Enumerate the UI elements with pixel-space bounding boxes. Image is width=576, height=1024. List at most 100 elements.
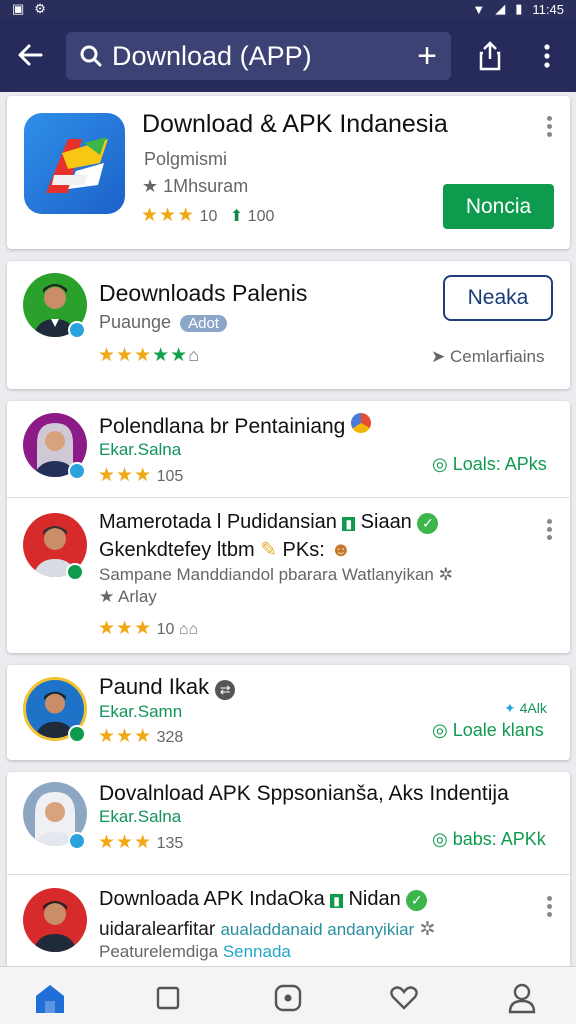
- wifi-icon: ▼: [472, 1, 486, 17]
- nav-home[interactable]: [30, 979, 70, 1017]
- download-icon: ⬆: [229, 208, 244, 225]
- installs-count: 100: [247, 208, 275, 225]
- app-category: ★ 1Mhsuram: [142, 176, 248, 197]
- add-icon[interactable]: +: [417, 39, 437, 73]
- app-title[interactable]: Polendlana br Pentainiang: [99, 413, 372, 439]
- app-title-text: Paund Ikak: [99, 674, 210, 699]
- app-title[interactable]: Deownloads Palenis: [99, 280, 307, 307]
- app-title-line2-tail: aualaddanaid andanyikiar: [220, 920, 415, 939]
- gear-icon: ✲: [438, 565, 453, 584]
- app-card[interactable]: Paund Ikak ⇄ Ekar.Samn ★★★ 328 ✦ 4Alk ◎ …: [7, 665, 570, 760]
- timer-icon: ◎: [432, 829, 448, 849]
- nav-media[interactable]: [268, 979, 308, 1017]
- app-description-text: Peaturelemdiga: [99, 942, 219, 961]
- featured-app-card[interactable]: Download & APK Indanesia Polgmismi ★ 1Mh…: [7, 96, 570, 249]
- rating-stars-icon: ★★★: [98, 618, 153, 639]
- verified-badge-icon: [68, 725, 86, 743]
- author-name[interactable]: Ekar.Salna: [99, 440, 181, 460]
- app-title-text: Downloada APK IndaOka: [99, 888, 325, 910]
- tag-badge: Adot: [180, 315, 227, 332]
- app-title-line2: Gkenkdtefey ltbm ✎ PKs: ☻: [99, 537, 351, 562]
- search-icon: [80, 45, 102, 67]
- author-name[interactable]: Ekar.Salna: [99, 807, 181, 827]
- card-meta-text: Cemlarfiains: [449, 347, 545, 366]
- avatar: [23, 888, 87, 952]
- app-description-2: ★ Arlay: [99, 587, 157, 607]
- app-list-card: Dovalnload APK Sppsonianša, Aks Indentij…: [7, 772, 570, 972]
- app-icon: [24, 113, 125, 214]
- nav-library[interactable]: [148, 979, 188, 1017]
- download-action[interactable]: ◎ babs: APKk: [432, 829, 546, 850]
- star-small-icon: ★: [99, 587, 115, 606]
- download-action-text: babs: APKk: [452, 829, 546, 849]
- more-vert-icon: [544, 44, 550, 68]
- check-circle-icon: ✓: [406, 890, 428, 911]
- gear-icon: ✲: [419, 919, 436, 940]
- rating-stars-icon: ★★★: [98, 832, 153, 853]
- card-more-icon[interactable]: [547, 519, 553, 543]
- rating-count: 328: [156, 729, 184, 746]
- signal-icon: ◢: [495, 1, 506, 16]
- app-tag-2: PKs:: [282, 539, 325, 561]
- download-action[interactable]: ◎ Loale klans: [432, 720, 544, 741]
- app-description: Peaturelemdiga Sennada: [99, 942, 291, 962]
- app-card[interactable]: Deownloads Palenis Puaunge Adot ★★★★★⌂ N…: [7, 261, 570, 389]
- download-action-text: Loale klans: [452, 720, 544, 740]
- rating-row: ★★★ 328: [98, 725, 183, 748]
- rating-count: 105: [156, 468, 184, 485]
- app-description-link[interactable]: Sennada: [223, 942, 291, 961]
- share-button[interactable]: [470, 38, 510, 74]
- rating-row: ★★★ 105: [98, 464, 183, 487]
- divider: [7, 874, 570, 875]
- install-button[interactable]: Noncia: [443, 184, 554, 229]
- app-title-line2: uidaralearfitar aualaddanaid andanyikiar…: [99, 918, 435, 941]
- settings-icon: ⚙: [34, 1, 46, 16]
- rating-badge: ✦ 4Alk: [504, 700, 547, 717]
- verified-badge-icon: [68, 832, 86, 850]
- app-title[interactable]: Mamerotada l Pudidansian ▮ Siaan ✓: [99, 511, 439, 534]
- bottom-navigation: [0, 966, 576, 1024]
- house-icon: ⌂⌂: [178, 621, 199, 638]
- rating-stars-icon: ★★★★★⌂: [98, 345, 200, 366]
- download-action[interactable]: ◎ Loals: APks: [432, 454, 547, 475]
- rating-row: ★★★ 10 ⌂⌂: [98, 617, 198, 640]
- nav-favorites[interactable]: [384, 979, 424, 1017]
- app-subtitle-text: Puaunge: [99, 312, 172, 332]
- card-more-icon[interactable]: [547, 116, 553, 140]
- disc-icon: [274, 984, 302, 1012]
- square-icon: [156, 986, 180, 1010]
- colorful-app-icon: [351, 413, 372, 433]
- open-button[interactable]: Neaka: [443, 275, 553, 321]
- notification-icon: ▣: [12, 1, 25, 16]
- tag-icon: ➤: [431, 347, 446, 366]
- rating-count: 10: [199, 208, 218, 225]
- search-input[interactable]: Download (APP): [112, 41, 417, 72]
- app-title[interactable]: Download & APK Indanesia: [142, 110, 448, 139]
- person-icon: [33, 901, 77, 952]
- nav-profile[interactable]: [502, 979, 542, 1017]
- verified-badge-icon: [68, 321, 86, 339]
- overflow-menu-button[interactable]: [532, 38, 562, 74]
- share-icon: [479, 41, 501, 71]
- rating-stars-icon: ★★★: [98, 726, 153, 747]
- app-title-line2-text: Gkenkdtefey ltbm: [99, 539, 255, 561]
- app-title[interactable]: Paund Ikak ⇄: [99, 674, 236, 700]
- app-title[interactable]: Downloada APK IndaOka ▮ Nidan ✓: [99, 888, 428, 911]
- status-time: 11:45: [532, 1, 564, 17]
- rating-count: 135: [156, 835, 184, 852]
- heart-icon: [390, 986, 418, 1010]
- app-developer: Polgmismi: [144, 149, 228, 169]
- app-category-text: 1Mhsuram: [163, 176, 249, 196]
- search-bar[interactable]: Download (APP) +: [66, 32, 451, 80]
- back-button[interactable]: [0, 18, 60, 92]
- author-name[interactable]: Ekar.Samn: [99, 702, 182, 722]
- app-title[interactable]: Dovalnload APK Sppsonianša, Aks Indentij…: [99, 782, 509, 806]
- card-more-icon[interactable]: [547, 896, 553, 920]
- rating-stars-icon: ★★★: [98, 465, 153, 486]
- star-small-icon: ★: [142, 176, 159, 196]
- timer-icon: ◎: [432, 454, 448, 474]
- emoji-icon: ☻: [330, 539, 352, 561]
- app-title-line2-text: uidaralearfitar: [99, 919, 216, 940]
- app-subtitle: Puaunge Adot: [99, 312, 227, 333]
- profile-icon: [508, 983, 536, 1014]
